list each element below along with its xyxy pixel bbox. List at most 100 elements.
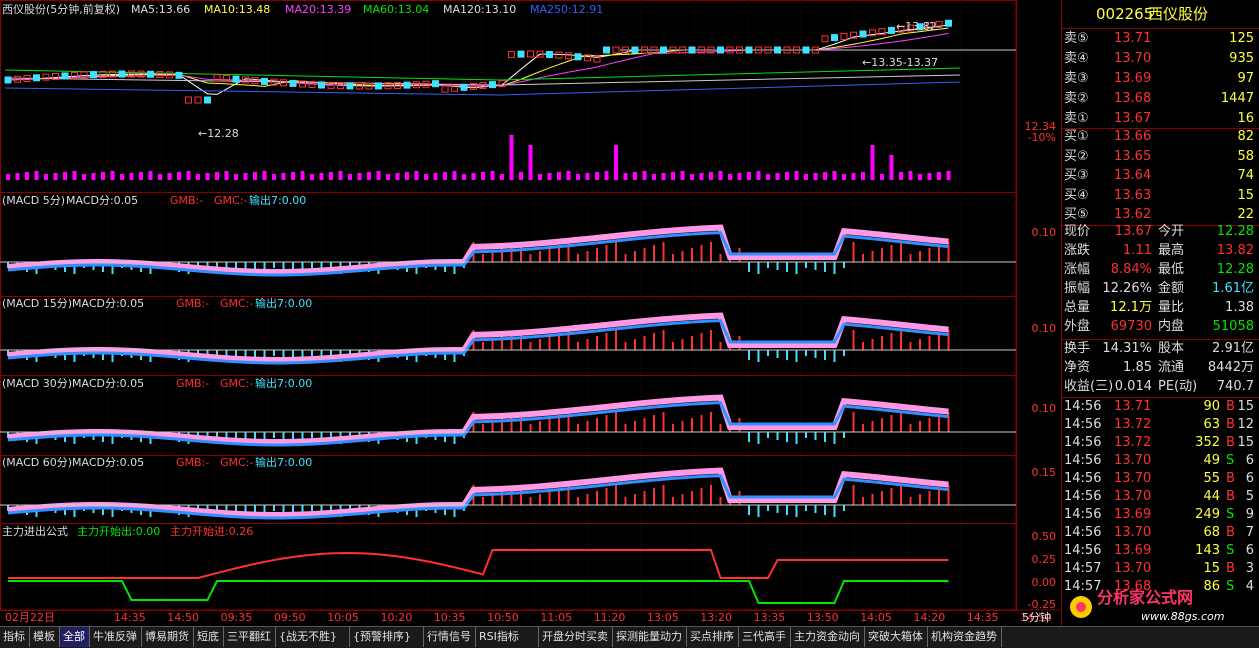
toolbar-tab[interactable]: 博易期货 bbox=[142, 627, 194, 647]
volume-bar bbox=[338, 171, 343, 180]
volume-bar bbox=[158, 174, 162, 180]
candle bbox=[688, 46, 696, 54]
macd-signal-band bbox=[7, 224, 949, 275]
toolbar-tab[interactable]: 机构资金趋势 bbox=[928, 627, 1002, 647]
toolbar-tab[interactable]: 开盘分时买卖 bbox=[539, 627, 613, 647]
stat-value: 8.84% bbox=[1110, 262, 1152, 277]
time-axis-tick: 11:05 bbox=[540, 611, 573, 624]
candle bbox=[565, 52, 572, 60]
bid-volume: 82 bbox=[1237, 129, 1254, 144]
ask-volume: 935 bbox=[1229, 51, 1254, 66]
tick-side: B bbox=[1226, 471, 1235, 486]
fund-value: 740.7 bbox=[1216, 379, 1254, 394]
candle bbox=[175, 71, 183, 79]
time-axis-tick: 13:35 bbox=[753, 611, 786, 624]
chart-area[interactable]: 西仪股份(5分钟,前复权) MA5:13.66 MA10:13.48 MA20:… bbox=[0, 0, 1060, 626]
macd-scale-label: 0.10 bbox=[1031, 322, 1057, 335]
tick-price: 13.72 bbox=[1114, 435, 1152, 450]
volume-bar bbox=[262, 171, 267, 180]
toolbar-tab[interactable]: 突破大箱体 bbox=[865, 627, 928, 647]
tick-volume: 44 bbox=[1203, 489, 1220, 504]
toolbar-tab[interactable]: 买点排序 bbox=[687, 627, 739, 647]
volume-bar bbox=[167, 173, 172, 180]
volume-bar bbox=[72, 171, 77, 180]
toolbar-tab[interactable]: RSI指标 bbox=[476, 627, 539, 647]
bid-price: 13.65 bbox=[1114, 148, 1152, 164]
bid-volume: 22 bbox=[1237, 207, 1254, 222]
period-label[interactable]: 5分钟 bbox=[1022, 611, 1051, 624]
volume-bar bbox=[196, 174, 200, 180]
candle bbox=[232, 75, 240, 83]
tick-count: 9 bbox=[1245, 507, 1254, 522]
candle bbox=[821, 35, 829, 43]
time-axis-tick: 14:20 bbox=[913, 611, 946, 624]
candle bbox=[33, 74, 40, 82]
volume-bar bbox=[215, 172, 219, 180]
toolbar-tab[interactable]: 模板 bbox=[30, 627, 60, 647]
toolbar-tab[interactable]: 短底 bbox=[194, 627, 224, 647]
toolbar-tab[interactable]: 探测能量动力 bbox=[613, 627, 687, 647]
tick-price: 13.70 bbox=[1114, 471, 1152, 486]
tick-volume: 352 bbox=[1195, 435, 1220, 450]
time-axis-tick: 13:20 bbox=[700, 611, 732, 624]
stat-label: 涨幅 bbox=[1064, 262, 1091, 277]
volume-bar bbox=[500, 174, 504, 180]
toolbar-tab[interactable]: 行情信号 bbox=[424, 627, 476, 647]
stat-label: 量比 bbox=[1158, 300, 1185, 315]
indicator-toolbar: 指标 模板 全部 牛准反弹 博易期货 短底 三平翻红 {战无不胜} {预警排序} 行情信号 RSI指… bbox=[0, 626, 1259, 648]
volume-bar bbox=[880, 174, 884, 180]
volume-bar bbox=[585, 173, 590, 180]
volume-bar bbox=[405, 172, 409, 180]
candle bbox=[660, 46, 667, 54]
toolbar-tab[interactable]: 指标 bbox=[0, 627, 30, 647]
macd-dif-line bbox=[7, 319, 949, 365]
toolbar-tab[interactable]: 全部 bbox=[60, 627, 90, 647]
ask-price: 13.67 bbox=[1114, 111, 1152, 126]
toolbar-tab[interactable]: 三平翻红 bbox=[224, 627, 276, 647]
volume-bar bbox=[310, 174, 314, 180]
stat-label: 最高 bbox=[1158, 243, 1185, 258]
candle bbox=[517, 50, 525, 58]
macd-gmc: GMC:- bbox=[220, 456, 254, 469]
volume-bar bbox=[652, 174, 656, 180]
volume-bar bbox=[25, 172, 29, 180]
tick-count: 6 bbox=[1245, 543, 1254, 558]
candle bbox=[831, 34, 838, 42]
volume-bar bbox=[433, 173, 438, 180]
volume-bar bbox=[414, 171, 419, 180]
toolbar-tab[interactable]: 三代高手 bbox=[739, 627, 791, 647]
candle bbox=[42, 73, 50, 81]
ask-volume: 1447 bbox=[1220, 91, 1254, 106]
time-axis-tick: 09:35 bbox=[220, 611, 253, 624]
volume-bar bbox=[462, 174, 466, 180]
candle bbox=[489, 81, 496, 89]
volume-bar bbox=[291, 172, 295, 180]
toolbar-tab[interactable]: 牛准反弹 bbox=[90, 627, 142, 647]
volume-bar bbox=[813, 173, 818, 180]
fund-value: 8442万 bbox=[1207, 360, 1254, 375]
volume-bar bbox=[823, 172, 827, 180]
stat-label: 内盘 bbox=[1158, 319, 1185, 334]
candle bbox=[546, 50, 553, 58]
stat-value: 12.28 bbox=[1216, 224, 1254, 239]
fund-label: 换手 bbox=[1064, 341, 1091, 356]
toolbar-tab[interactable]: {预警排序} bbox=[350, 627, 424, 647]
volume-bar bbox=[386, 174, 390, 180]
volume-bar bbox=[614, 145, 618, 180]
tick-side: S bbox=[1226, 453, 1235, 468]
tick-time: 14:56 bbox=[1064, 525, 1102, 540]
candle bbox=[508, 50, 515, 58]
volume-bar bbox=[101, 172, 105, 180]
candle bbox=[4, 76, 12, 84]
toolbar-tab[interactable]: 主力资金动向 bbox=[791, 627, 865, 647]
tick-time: 14:56 bbox=[1064, 453, 1102, 468]
volume-bar bbox=[595, 172, 599, 180]
tick-count: 15 bbox=[1237, 435, 1254, 450]
stat-label: 振幅 bbox=[1064, 281, 1091, 296]
tick-side: B bbox=[1226, 417, 1235, 432]
volume-bar bbox=[186, 171, 191, 180]
tick-time: 14:56 bbox=[1064, 543, 1102, 558]
tick-count: 12 bbox=[1237, 417, 1254, 432]
volume-bar bbox=[53, 173, 58, 180]
toolbar-tab[interactable]: {战无不胜} bbox=[276, 627, 350, 647]
